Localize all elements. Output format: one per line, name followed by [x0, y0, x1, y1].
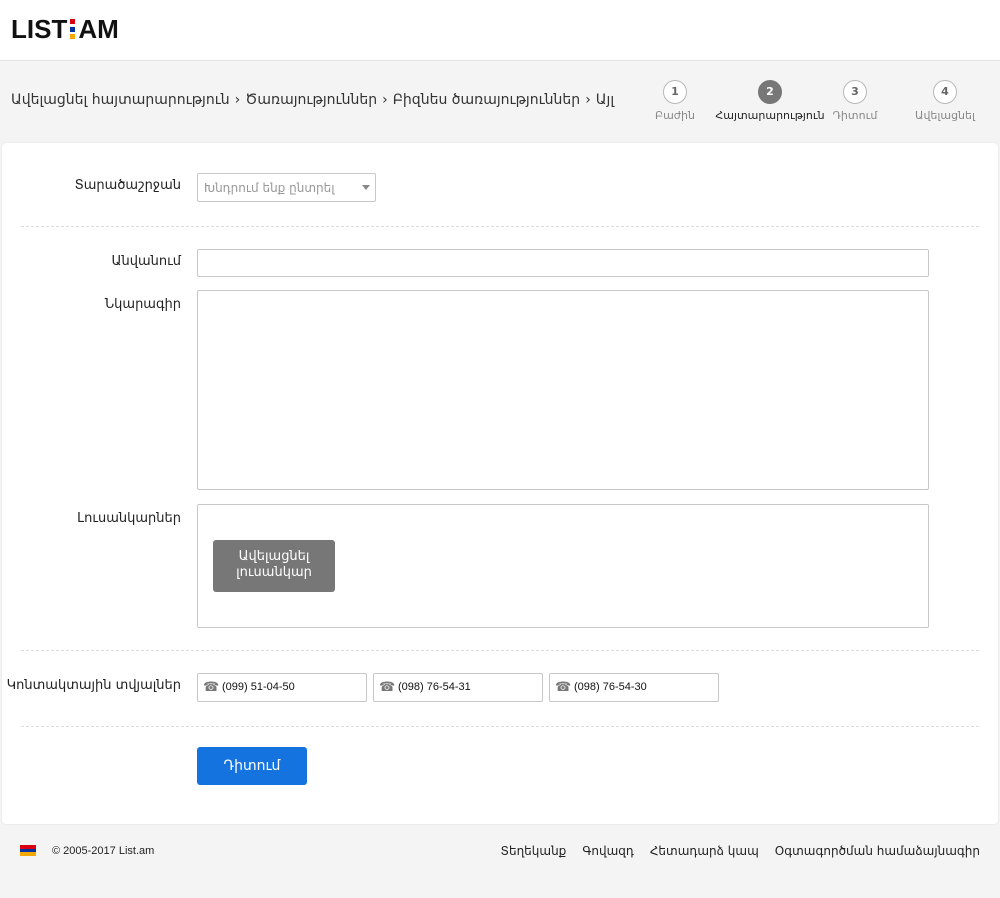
logo-text-am: AM [78, 13, 119, 44]
step-label: Ավելացնել [915, 109, 975, 122]
region-select[interactable]: Խնդրում ենք ընտրել [197, 173, 376, 202]
region-select-placeholder: Խնդրում ենք ընտրել [204, 181, 335, 195]
phone-value: (099) 51-04-50 [222, 681, 295, 693]
logo-color-dots [70, 19, 76, 39]
caret-down-icon [362, 185, 370, 190]
phone-field-3[interactable]: ☎ (098) 76-54-30 [549, 673, 719, 702]
logo-text-list: LIST [11, 13, 68, 44]
phone-icon: ☎ [379, 679, 396, 694]
phone-field-1[interactable]: ☎ (099) 51-04-50 [197, 673, 367, 702]
armenian-flag-icon[interactable] [20, 845, 36, 856]
phone-field-2[interactable]: ☎ (098) 76-54-31 [373, 673, 543, 702]
phone-icon: ☎ [555, 679, 572, 694]
step-add: 4 Ավելացնել [890, 80, 1000, 122]
section-divider [21, 226, 979, 227]
step-category[interactable]: 1 Բաժին [620, 80, 730, 122]
footer-link-terms[interactable]: Օգտագործման համաձայնագիր [775, 844, 980, 858]
logo-dot-blue [70, 26, 76, 32]
step-label: Բաժին [655, 109, 695, 122]
preview-button[interactable]: Դիտում [197, 747, 307, 785]
title-input[interactable] [197, 249, 929, 277]
flag-stripe [20, 852, 36, 856]
phone-value: (098) 76-54-31 [398, 681, 471, 693]
phone-icon: ☎ [203, 679, 220, 694]
region-label: Տարածաշրջան [74, 178, 181, 193]
footer-links: Տեղեկանք Գովազդ Հետադարձ կապ Օգտագործման… [501, 844, 981, 858]
step-number: 3 [843, 80, 867, 104]
step-number: 1 [663, 80, 687, 104]
footer-link-help[interactable]: Տեղեկանք [501, 844, 567, 858]
contacts-label: Կոնտակտային տվյալներ [6, 678, 181, 693]
list-am-logo[interactable]: LIST AM [11, 13, 119, 44]
photos-label: Լուսանկարներ [77, 511, 181, 526]
copyright-text: © 2005-2017 List.am [52, 845, 155, 857]
description-textarea[interactable] [197, 290, 929, 490]
add-photo-button[interactable]: Ավելացնել լուսանկար [213, 540, 335, 592]
logo-dot-red [70, 19, 76, 24]
title-label: Անվանում [111, 254, 181, 269]
step-number: 2 [758, 80, 782, 104]
footer-link-contact[interactable]: Հետադարձ կապ [650, 844, 759, 858]
description-label: Նկարագիր [104, 297, 181, 312]
footer-link-advertising[interactable]: Գովազդ [582, 844, 634, 858]
section-divider [21, 650, 979, 651]
step-number: 4 [933, 80, 957, 104]
logo-dot-orange [70, 34, 76, 39]
top-bar: LIST AM [0, 0, 1000, 61]
phone-value: (098) 76-54-30 [574, 681, 647, 693]
section-divider [21, 726, 979, 727]
progress-steps: 1 Բաժին 2 Հայտարարություն 3 Դիտում 4 Ավե… [0, 80, 1000, 130]
